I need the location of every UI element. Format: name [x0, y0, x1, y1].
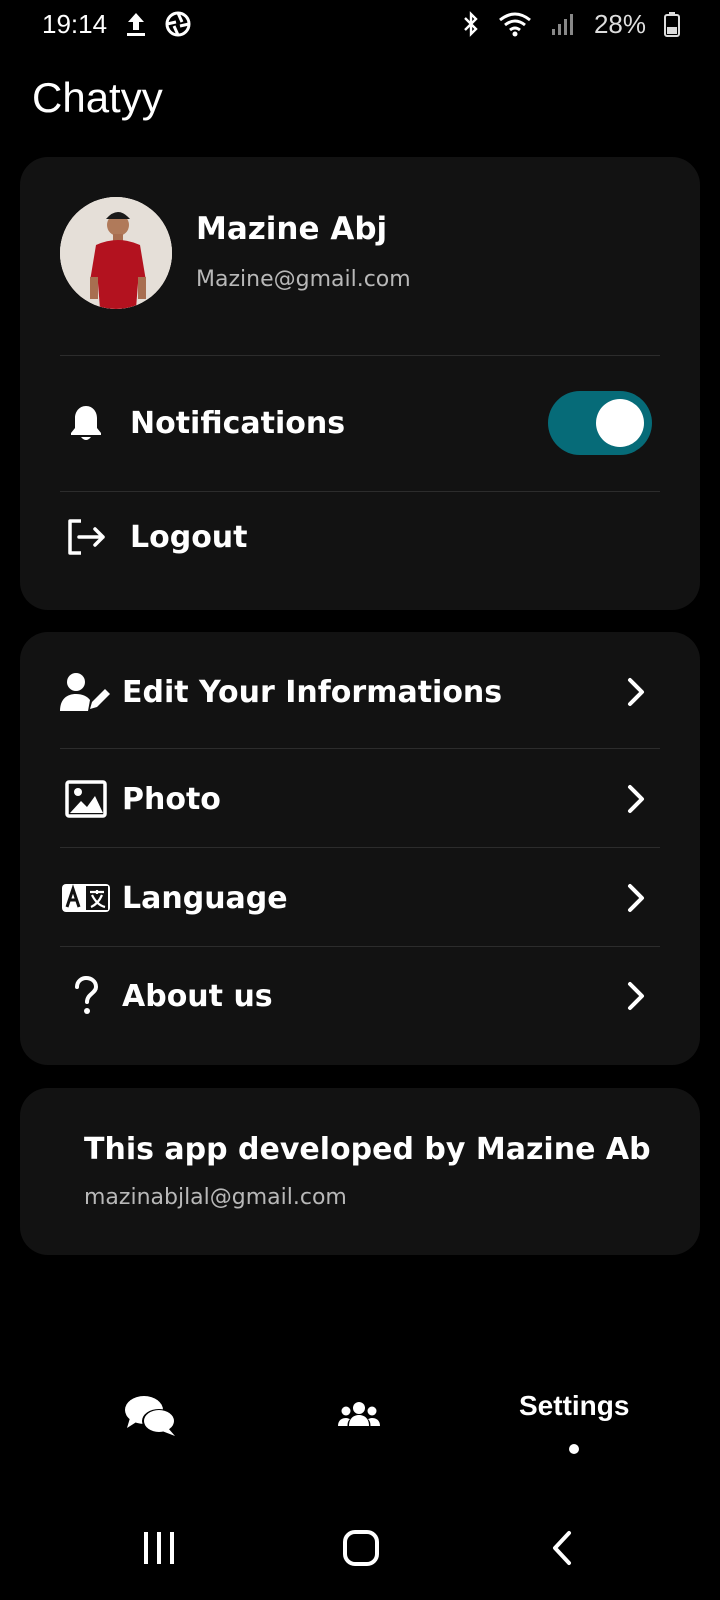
logout-row[interactable]: Logout — [60, 505, 660, 569]
menu-item-edit-info[interactable]: Edit Your Informations — [60, 660, 660, 724]
status-left: 19:14 — [42, 9, 191, 40]
notifications-toggle[interactable] — [548, 391, 652, 455]
app-title: Chatyy — [32, 74, 163, 121]
bottom-nav: Settings — [0, 1390, 720, 1480]
divider — [60, 355, 660, 356]
battery-percent: 28% — [593, 8, 646, 39]
notifications-row: Notifications — [60, 391, 660, 455]
menu-item-label: About us — [122, 978, 273, 1014]
status-right: 28% — [462, 9, 680, 40]
wifi-icon — [498, 11, 532, 37]
menu-item-label: Edit Your Informations — [122, 674, 503, 710]
system-nav-bar — [0, 1520, 720, 1584]
developer-email: mazinabjlal@gmail.com — [84, 1185, 347, 1210]
logout-icon — [60, 511, 112, 563]
chevron-right-icon — [622, 978, 650, 1014]
home-button[interactable] — [342, 1530, 380, 1566]
profile-email: Mazine@gmail.com — [196, 267, 411, 292]
question-icon — [60, 970, 112, 1022]
divider — [60, 491, 660, 492]
developer-card: This app developed by Mazine Ab mazinabj… — [20, 1088, 700, 1255]
users-icon — [338, 1402, 380, 1432]
developer-credit: This app developed by Mazine Ab — [84, 1132, 651, 1167]
nav-settings-label: Settings — [519, 1390, 630, 1421]
battery-icon — [664, 11, 680, 37]
menu-item-about[interactable]: About us — [60, 964, 660, 1028]
notifications-label: Notifications — [130, 405, 346, 441]
profile-card: Mazine Abj Mazine@gmail.com Notification… — [20, 157, 700, 610]
divider — [60, 847, 660, 848]
divider — [60, 946, 660, 947]
menu-item-language[interactable]: Language — [60, 866, 660, 930]
aperture-icon — [165, 11, 191, 37]
settings-screen: 19:14 28% Chatyy Mazine Abj Mazine@gmail… — [0, 0, 720, 1600]
recent-apps-button[interactable] — [142, 1530, 176, 1566]
profile-name: Mazine Abj — [196, 211, 388, 247]
menu-item-label: Language — [122, 880, 288, 916]
status-time: 19:14 — [42, 8, 108, 39]
avatar[interactable] — [60, 197, 172, 309]
divider — [60, 748, 660, 749]
chevron-right-icon — [622, 880, 650, 916]
bell-icon — [60, 397, 112, 449]
chevron-right-icon — [622, 781, 650, 817]
logout-label: Logout — [130, 519, 248, 555]
nav-chats[interactable] — [124, 1394, 178, 1442]
toggle-knob — [596, 399, 644, 447]
menu-item-label: Photo — [122, 781, 221, 817]
settings-menu-card: Edit Your Informations Photo Language Ab… — [20, 632, 700, 1065]
signal-icon — [550, 11, 576, 37]
upload-icon — [125, 11, 147, 37]
translate-icon — [60, 872, 112, 924]
user-edit-icon — [60, 666, 112, 718]
nav-groups[interactable] — [338, 1402, 380, 1432]
back-button[interactable] — [550, 1530, 574, 1566]
image-icon — [60, 773, 112, 825]
chevron-right-icon — [622, 674, 650, 710]
status-bar: 19:14 28% — [0, 0, 720, 48]
bluetooth-icon — [462, 11, 480, 37]
menu-item-photo[interactable]: Photo — [60, 767, 660, 831]
active-indicator-dot — [569, 1444, 580, 1454]
chat-bubbles-icon — [124, 1394, 178, 1442]
nav-settings[interactable]: Settings — [519, 1390, 629, 1454]
